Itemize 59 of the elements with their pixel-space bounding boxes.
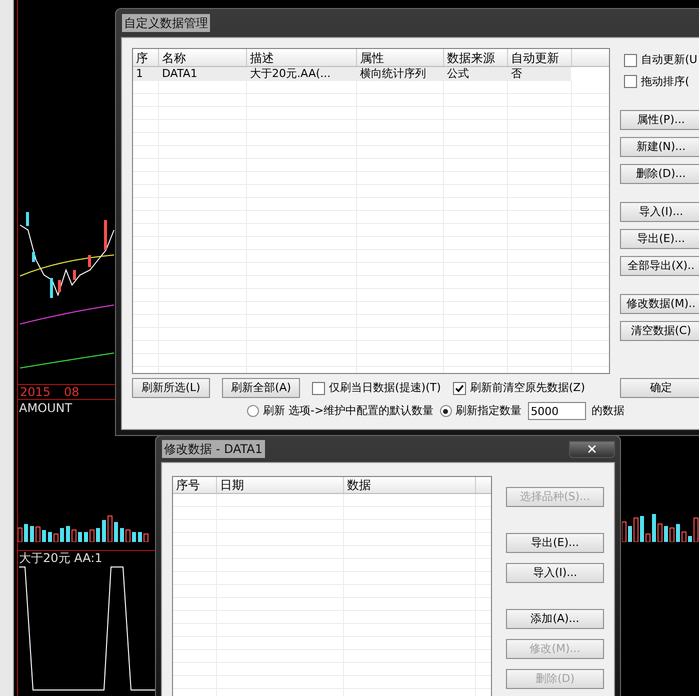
candle	[104, 220, 107, 250]
candle	[88, 255, 91, 267]
dialog-button[interactable]: 导出(E)...	[506, 533, 604, 553]
close-icon	[586, 443, 598, 455]
column-header[interactable]: 日期	[217, 477, 344, 493]
checkbox[interactable]	[624, 54, 637, 67]
option-label: 仅刷当日数据(提速)(T)	[329, 380, 441, 396]
checkbox[interactable]	[624, 75, 637, 88]
window-title: 修改数据 - DATA1	[162, 440, 265, 458]
count-input[interactable]: 5000	[528, 402, 586, 420]
option-label: 刷新 选项->维护中配置的默认数量	[263, 402, 434, 419]
column-header[interactable]: 序号	[173, 477, 217, 493]
dialog-button[interactable]: 导出(E)...	[620, 229, 699, 249]
dialog-button[interactable]: 属性(P)...	[620, 110, 699, 130]
option-label: 自动更新(U	[641, 52, 698, 68]
date-label: 2015	[20, 386, 51, 398]
table-cell-text: 横向统计序列	[359, 67, 427, 81]
dialog-button[interactable]: 添加(A)...	[506, 609, 604, 629]
list-row[interactable]: 1 DATA1 大于20元.AA(... 横向统计序列 公式 否	[133, 67, 571, 81]
candle	[32, 252, 35, 262]
dialog-button[interactable]: 刷新所选(L)	[132, 378, 210, 398]
column-header[interactable]: 数据	[344, 477, 476, 493]
window-title: 自定义数据管理	[122, 14, 210, 32]
table-cell-text: 否	[510, 67, 523, 81]
column-header[interactable]: 名称	[159, 49, 247, 66]
table-cell-text: 大于20元.AA(...	[249, 67, 332, 81]
dialog-button[interactable]: 导入(I)...	[506, 563, 604, 583]
dialog-button[interactable]: 刷新全部(A)	[222, 378, 300, 398]
dialog-button[interactable]: 导入(I)...	[620, 202, 699, 222]
dialog-button[interactable]: 全部导出(X)..	[620, 256, 699, 276]
dialog-button[interactable]: 新建(N)...	[620, 137, 699, 157]
column-header[interactable]: 属性	[357, 49, 444, 66]
column-header[interactable]: 数据来源	[444, 49, 508, 66]
date-label: 08	[64, 386, 80, 398]
table-cell-text: 公式	[446, 67, 470, 81]
candle	[26, 212, 29, 226]
oscillator-label: 大于20元 AA:1	[19, 552, 102, 564]
radio-button[interactable]	[440, 405, 452, 417]
candle	[73, 270, 76, 280]
dialog-button[interactable]: 清空数据(C)	[620, 321, 699, 341]
option-label: 拖动排序(	[641, 74, 690, 90]
column-header[interactable]: 描述	[247, 49, 357, 66]
close-button[interactable]	[569, 440, 615, 458]
suffix-label: 的数据	[592, 402, 625, 419]
option-label: 刷新指定数量	[456, 402, 522, 419]
radio-button[interactable]	[247, 405, 259, 417]
option-label: 刷新前清空原先数据(Z)	[470, 380, 586, 396]
dialog-button[interactable]: 确定	[620, 378, 699, 398]
dialog-button[interactable]: 修改数据(M)..	[620, 294, 699, 314]
checkbox[interactable]	[452, 382, 466, 394]
column-header[interactable]: 序	[133, 49, 159, 66]
dialog-button[interactable]: 删除(D)...	[620, 164, 699, 184]
indicator-label: AMOUNT	[19, 402, 72, 414]
column-header[interactable]: 自动更新	[508, 49, 572, 66]
candle	[50, 278, 53, 298]
candle	[58, 280, 61, 292]
checkbox[interactable]	[312, 382, 325, 394]
table-cell-text: DATA1	[161, 67, 198, 81]
table-cell-text: 1	[135, 67, 144, 81]
